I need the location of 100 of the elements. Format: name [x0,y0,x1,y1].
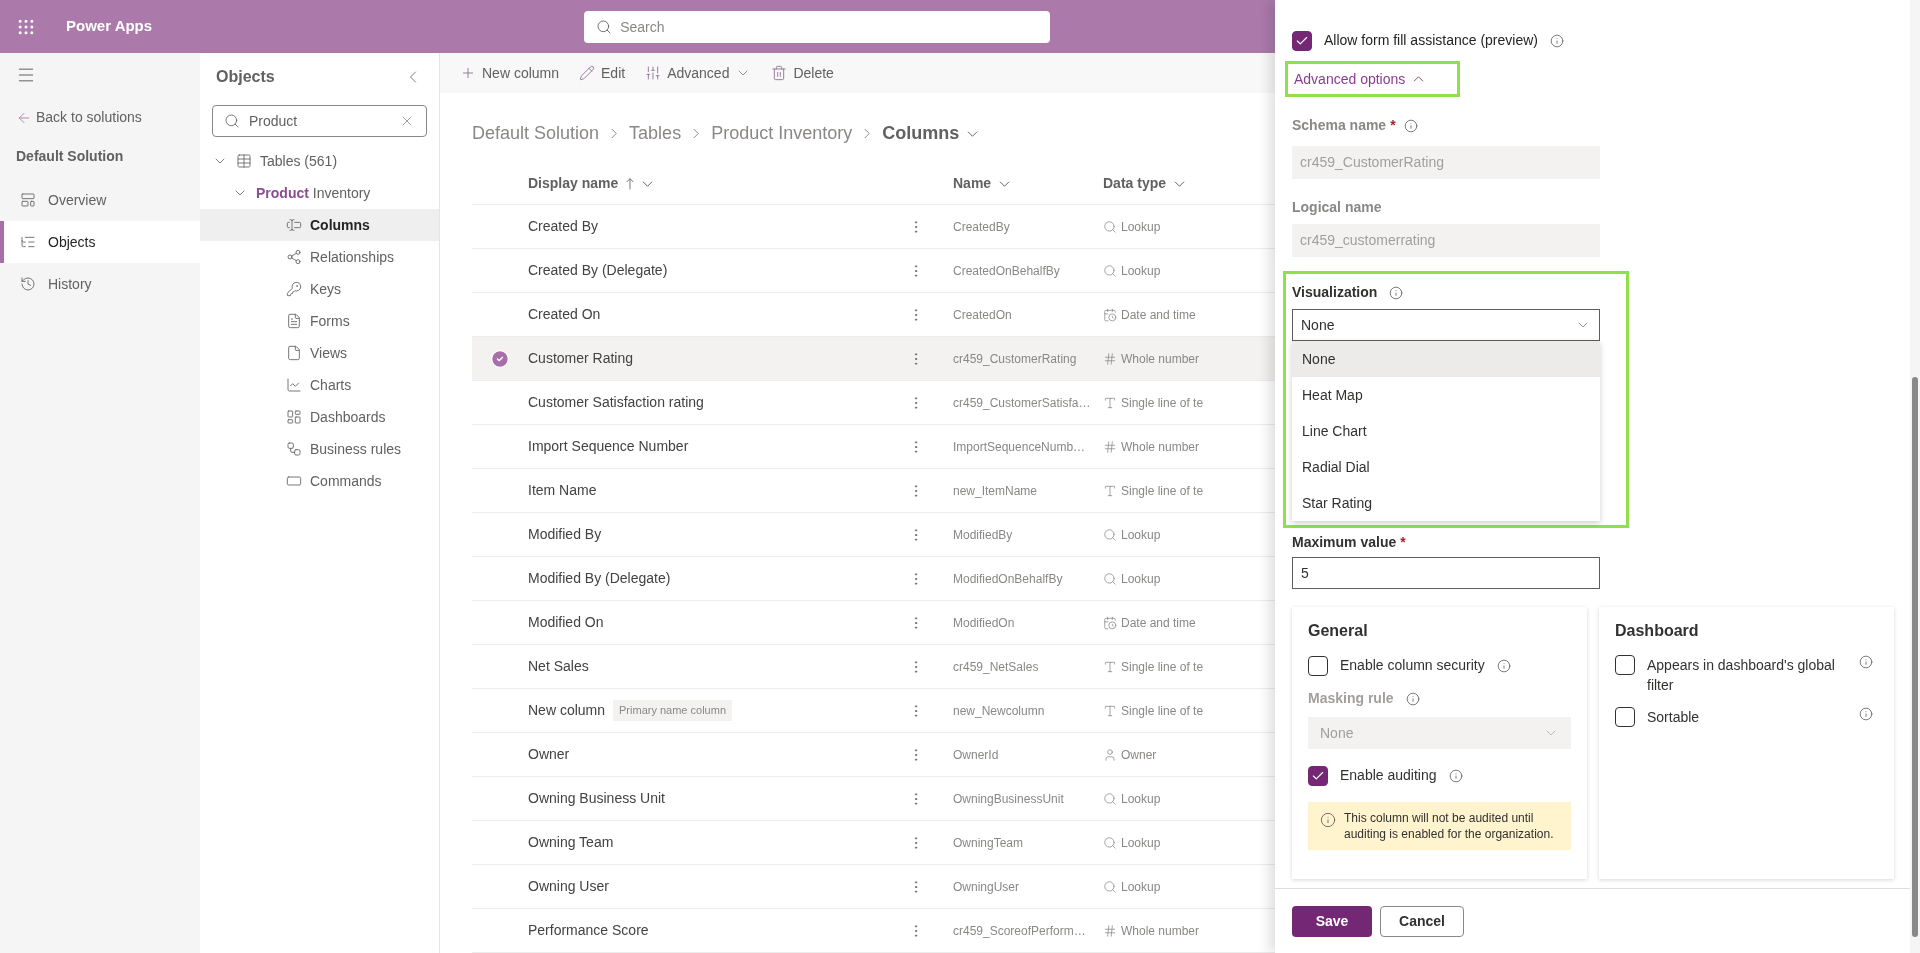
dropdown[interactable]: None [1292,309,1600,341]
table-cell-text: cr459_CustomerRating [953,350,1078,368]
table-cell: Lookup [1103,877,1161,896]
checkbox[interactable] [1308,655,1328,676]
table-row[interactable]: Item Name new_ItemName Single line of te [472,469,1275,513]
table-row[interactable]: Owning Business Unit OwningBusinessUnit Lookup [472,777,1275,821]
table-cell-text: Item Name [528,481,597,500]
table-row[interactable]: Modified By ModifiedBy Lookup [472,513,1275,557]
caret-icon [642,180,654,187]
input-field[interactable]: 5 [1292,557,1600,589]
nav-item[interactable]: Overview [0,179,200,221]
list-icon [20,234,36,250]
field-label: Masking rule [1308,689,1394,708]
column-header[interactable]: Name [953,173,992,195]
dropdown-option[interactable]: Radial Dial [1292,449,1600,485]
tree-item[interactable]: Tables (561) [200,145,439,177]
table-cell: Whole number [1103,437,1200,456]
save-button[interactable]: Save [1292,905,1372,937]
tree-item[interactable]: Dashboards [200,401,439,433]
table-cell: Single line of te [1103,481,1204,500]
table-row[interactable]: Import Sequence Number ImportSequenceNumb… Whole number [472,425,1275,469]
search-field[interactable]: Search [584,10,1051,43]
breadcrumb-link[interactable]: Product Inventory [711,120,853,148]
table-cell-text: cr459_CustomerSatisfa… [953,394,1092,412]
filter-field[interactable]: Product [212,105,427,137]
column-header[interactable]: Display name [528,173,619,195]
check-circle-icon [490,348,510,369]
info-icon[interactable] [1859,655,1873,669]
tree-item[interactable]: Relationships [200,241,439,273]
table-cell-text: OwningBusinessUnit [953,790,1065,808]
input-field: cr459_customerrating [1292,224,1600,257]
tree-item[interactable]: Commands [200,465,439,497]
back-link[interactable]: Back to solutions [16,107,200,128]
table-row[interactable]: Net Sales cr459_NetSales Single line of te [472,645,1275,689]
table-cell-text: Net Sales [528,657,589,676]
column-header[interactable]: Data type [1103,173,1167,195]
table-cell-text: cr459_ScoreofPerform… [953,922,1087,940]
tree-item[interactable]: Charts [200,369,439,401]
tree-item[interactable]: Product Inventory [200,177,439,209]
tag: Primary name column [613,700,732,721]
tree-item[interactable]: Business rules [200,433,439,465]
breadcrumb-link[interactable]: Columns [882,120,979,148]
info-icon[interactable] [1448,768,1463,783]
table-cell-text: Customer Rating [528,349,634,368]
cancel-button[interactable]: Cancel [1380,905,1464,937]
search-icon [224,113,240,129]
nav-item[interactable]: History [0,263,200,305]
tree-item[interactable]: Keys [200,273,439,305]
table-cell-text: Owner [528,745,570,764]
info-icon[interactable] [1496,658,1511,673]
table-row[interactable]: Created By (Delegate) CreatedOnBehalfBy Lookup [472,249,1275,293]
table-cell: Lookup [1103,217,1161,236]
caret-icon [967,130,979,137]
dropdown-option[interactable]: Star Rating [1292,485,1600,521]
table-row[interactable]: Customer Rating cr459_CustomerRating Whole number [472,337,1275,381]
tree-item[interactable]: Columns [200,209,439,241]
info-icon[interactable] [1405,691,1420,706]
breadcrumb-link[interactable]: Tables [629,120,682,148]
info-icon[interactable] [1389,285,1404,300]
table-row[interactable]: Owning User OwningUser Lookup [472,865,1275,909]
number-icon [1103,439,1117,454]
dropdown-option[interactable]: None [1292,341,1600,377]
table-row[interactable]: Customer Satisfaction rating cr459_CustomerSatisfa… Single line of te [472,381,1275,425]
table-row[interactable]: Owner OwnerId Owner [472,733,1275,777]
info-icon[interactable] [1549,33,1564,48]
table-cell-text: cr459_NetSales [953,658,1040,676]
table-row[interactable]: New column Primary name column new_Newcolumn Single line of te [472,689,1275,733]
tree-item[interactable]: Views [200,337,439,369]
checkbox[interactable] [1292,30,1312,51]
dashboard-icon [286,409,302,425]
info-icon[interactable] [1403,118,1418,133]
nav-item[interactable]: Objects [0,221,200,263]
checkbox[interactable] [1615,655,1635,675]
table-cell-text: OwnerId [953,746,1000,764]
toolbar-button[interactable]: Edit [579,62,626,84]
table-cell: Lookup [1103,569,1161,588]
info-icon[interactable] [1859,707,1873,721]
table-row[interactable]: Modified By (Delegate) ModifiedOnBehalfBy Lookup [472,557,1275,601]
table-cell: Whole number [1103,349,1200,368]
dropdown-option[interactable]: Heat Map [1292,377,1600,413]
table-row[interactable]: Created By CreatedBy Lookup [472,205,1275,249]
table-row[interactable]: Owning Team OwningTeam Lookup [472,821,1275,865]
card-title: General [1308,621,1369,641]
warning-text: This column will not be audited until auditing is enabled for the organization. [1344,810,1555,842]
table-cell-text: ModifiedBy [953,526,1014,544]
toolbar-button[interactable]: New column [460,62,560,84]
advanced-options-toggle[interactable]: Advanced options [1294,68,1425,90]
table-icon [236,153,252,169]
text-icon [1103,703,1117,718]
tree-item[interactable]: Forms [200,305,439,337]
search-icon [1103,791,1117,806]
breadcrumb-link[interactable]: Default Solution [472,120,600,148]
scrollbar[interactable] [1910,0,1920,953]
table-row[interactable]: Performance Score cr459_ScoreofPerform… Whole number [472,909,1275,953]
checkbox[interactable] [1615,707,1635,727]
toolbar-button[interactable]: Delete [771,62,834,84]
dropdown-option[interactable]: Line Chart [1292,413,1600,449]
checkbox[interactable] [1308,765,1328,786]
toolbar-button[interactable]: Advanced [645,62,752,84]
table-row[interactable]: Modified On ModifiedOn Date and time [472,601,1275,645]
